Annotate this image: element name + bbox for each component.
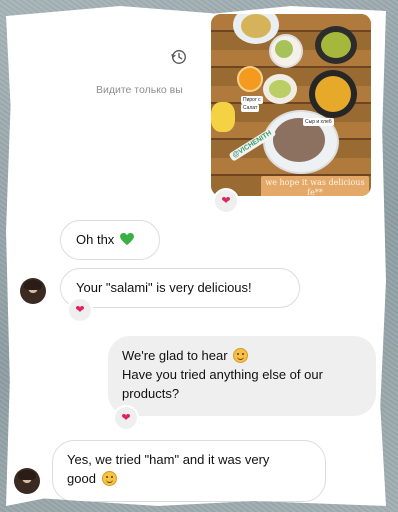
story-label: Пирог с [241, 96, 263, 104]
avatar[interactable] [14, 468, 40, 494]
food [315, 76, 351, 112]
message-text: Oh thx [61, 221, 159, 249]
heart-reaction-icon[interactable]: ❤ [213, 188, 239, 214]
food [211, 102, 235, 132]
green-heart-icon [119, 233, 134, 246]
message-text: We're glad to hear Have you tried anythi… [122, 348, 323, 401]
grinning-face-icon [101, 471, 117, 486]
chat-screen: Видите только вы Пирог с Салат Сыр и хле… [6, 6, 386, 506]
message-bubble-own[interactable]: We're glad to hear Have you tried anythi… [108, 336, 376, 416]
story-reply-thumbnail[interactable]: Пирог с Салат Сыр и хлеб @VICHENITH we h… [211, 14, 371, 196]
message-bubble[interactable]: Yes, we tried "ham" and it was very good [52, 440, 326, 502]
food [269, 80, 291, 98]
story-label: Сыр и хлеб [303, 118, 334, 126]
avatar[interactable] [20, 278, 46, 304]
food [321, 32, 351, 58]
history-clock-icon[interactable] [170, 48, 188, 66]
message-bubble[interactable]: Oh thx [60, 220, 160, 260]
message-text: Your "salami" is very delicious! [76, 280, 252, 295]
story-caption: we hope it was delicious fe** [261, 176, 369, 196]
food [241, 14, 271, 38]
food [275, 40, 293, 58]
heart-reaction-icon[interactable]: ❤ [113, 405, 139, 431]
orange-slice [237, 66, 263, 92]
only-you-label: Видите только вы [96, 84, 183, 96]
story-label: Салат [241, 104, 260, 112]
smiling-face-icon [233, 348, 249, 363]
message-bubble[interactable]: Your "salami" is very delicious! [60, 268, 300, 308]
heart-reaction-icon[interactable]: ❤ [67, 297, 93, 323]
message-text: Yes, we tried "ham" and it was very good [67, 452, 270, 486]
